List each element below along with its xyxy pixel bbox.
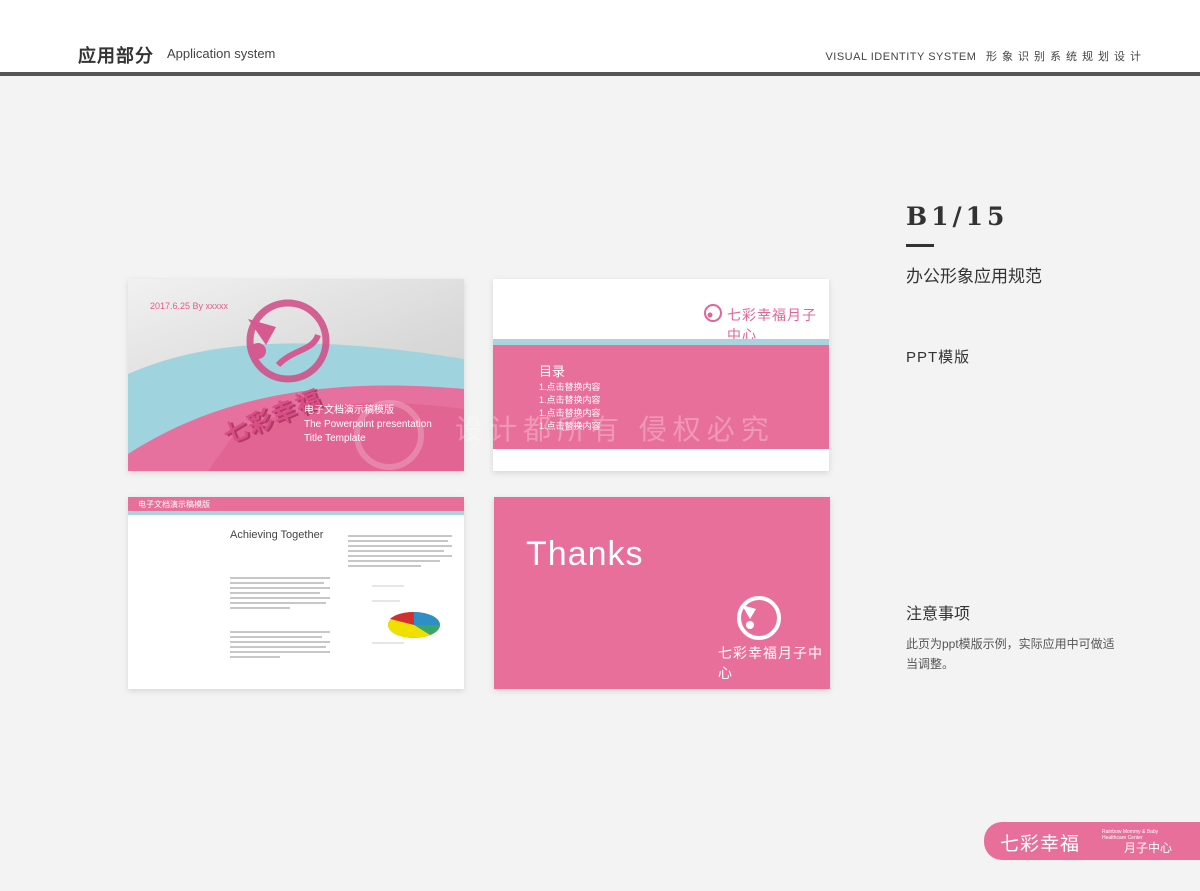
slide-header-bar: 电子文档演示稿模版: [128, 497, 464, 511]
footer-brand-badge: 七彩幸福 Rainbow Mommy & Baby Healthcare Cen…: [984, 822, 1200, 860]
header-right-cn: 形象识别系统规划设计: [986, 51, 1146, 63]
header-subtitle: Application system: [167, 46, 276, 61]
slide-header-text: 电子文档演示稿模版: [138, 500, 210, 509]
page: 应用部分 Application system VISUAL IDENTITY …: [0, 0, 1200, 891]
note-body: 此页为ppt模版示例，实际应用中可做适当调整。: [906, 637, 1115, 671]
header-title: 应用部分: [78, 46, 154, 67]
header-right-label: VISUAL IDENTITY SYSTEM 形象识别系统规划设计: [825, 48, 1146, 64]
slide-date: 2017.6.25 By xxxxx: [150, 301, 229, 311]
brand-logo-icon: [737, 596, 781, 640]
header-right-en: VISUAL IDENTITY SYSTEM: [825, 51, 977, 63]
note-title: 注意事项: [906, 606, 971, 623]
thanks-text: Thanks: [526, 535, 644, 573]
item-label: PPT模版: [906, 349, 971, 366]
slide-content-page: 电子文档演示稿模版 Achieving Together: [128, 497, 464, 689]
placeholder-text-block: [230, 577, 330, 609]
divider: [906, 244, 934, 247]
contents-heading: 目录: [539, 364, 566, 379]
placeholder-text-block: [348, 535, 452, 567]
slide-thanks: Thanks 七彩幸福月子中心: [494, 497, 830, 689]
footer-brand-text: 七彩幸福: [1000, 833, 1081, 855]
white-footer: [493, 449, 829, 471]
thanks-brand: 七彩幸福月子中心: [718, 646, 823, 682]
contents-item: 1.点击替换内容: [539, 382, 601, 392]
watermark-icon: [354, 400, 424, 470]
header-bar: 应用部分 Application system VISUAL IDENTITY …: [0, 0, 1200, 76]
placeholder-text-block: [230, 631, 330, 658]
blue-strip: [128, 511, 464, 515]
slide-content-title: Achieving Together: [230, 529, 324, 541]
contents-item: 1.点击替换内容: [539, 395, 601, 405]
brand-logo-icon: [704, 304, 722, 322]
page-code: B1/15: [906, 202, 1009, 231]
pie-chart-illustration: [372, 585, 440, 644]
watermark-text: 设计都所有 侵权必究: [455, 414, 775, 445]
footer-brand-sub: 月子中心: [1124, 841, 1173, 855]
section-title: 办公形象应用规范: [906, 267, 1042, 286]
